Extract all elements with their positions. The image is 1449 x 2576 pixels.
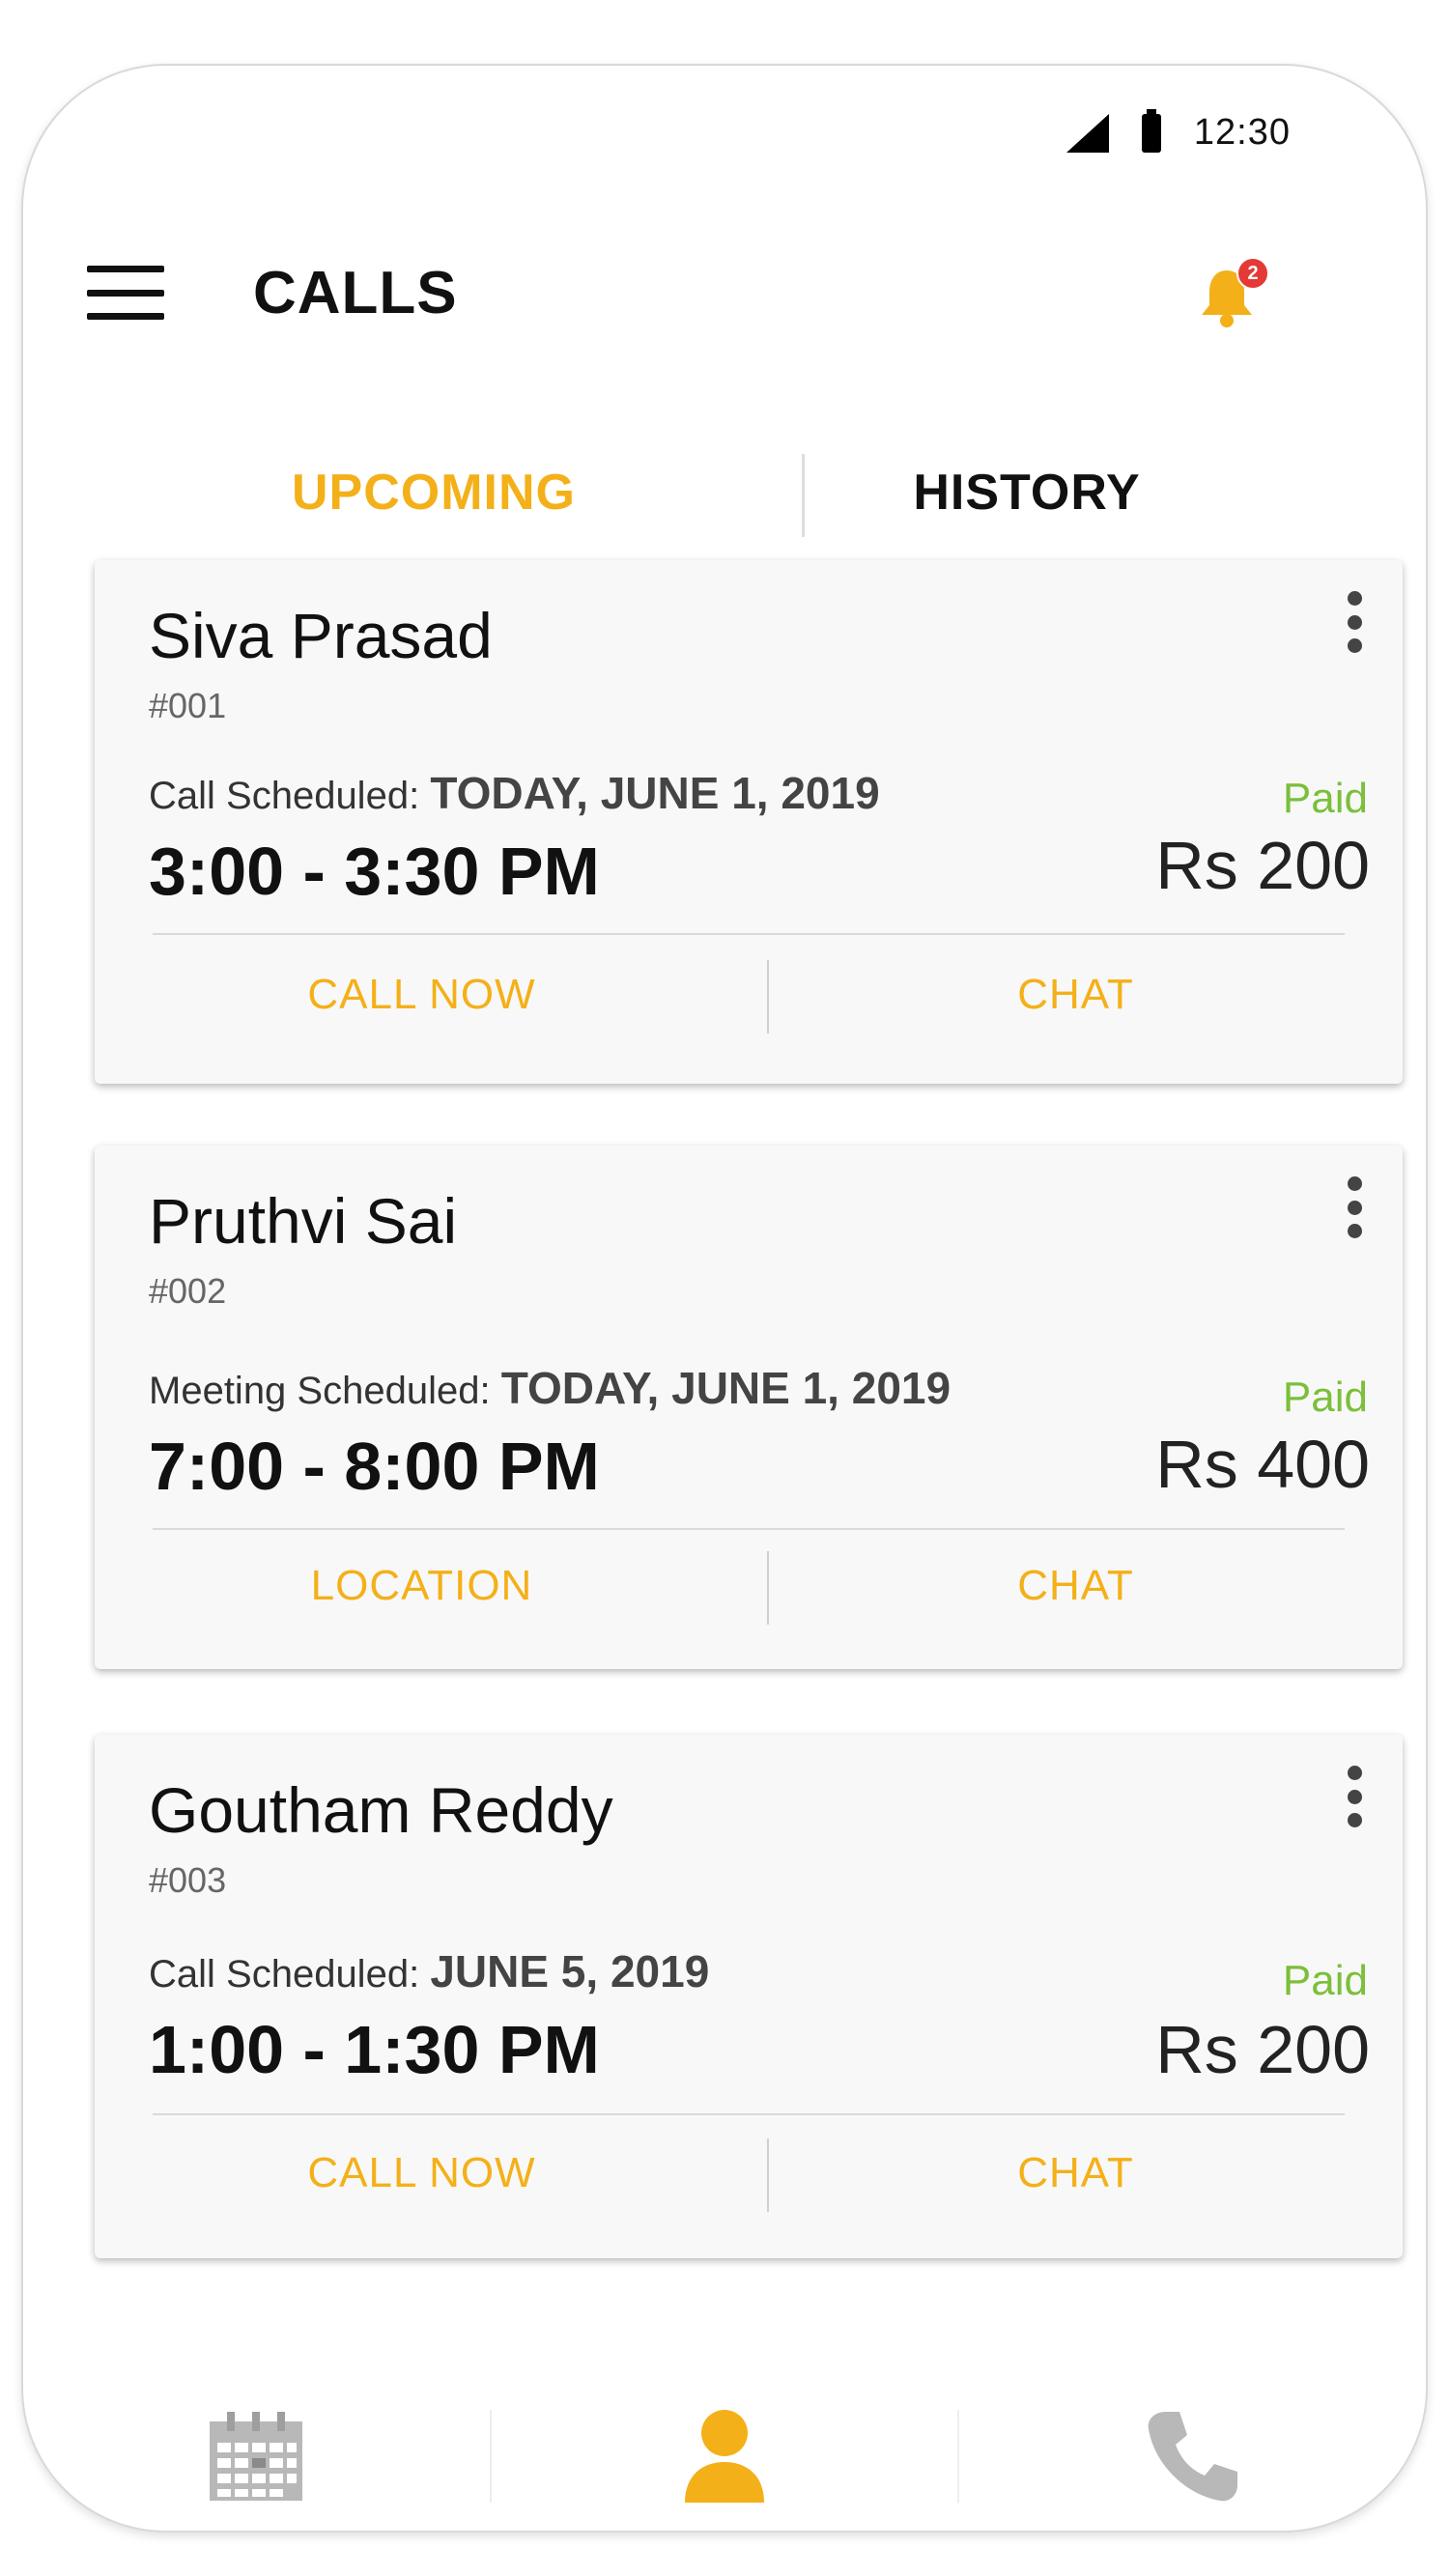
client-id: #002 (149, 1271, 227, 1311)
action-divider (767, 2138, 769, 2212)
page-title: CALLS (253, 259, 458, 326)
card-actions: LOCATION CHAT (95, 1538, 1403, 1634)
notification-badge: 2 (1236, 257, 1269, 290)
hamburger-menu-icon[interactable] (87, 266, 164, 320)
time-range: 3:00 - 3:30 PM (149, 834, 600, 909)
nav-calls-button[interactable] (959, 2408, 1426, 2505)
nav-profile-button[interactable] (492, 2408, 958, 2505)
schedule-date: JUNE 5, 2019 (430, 1946, 710, 1996)
schedule-date: TODAY, JUNE 1, 2019 (430, 768, 880, 818)
chat-button[interactable]: CHAT (749, 947, 1403, 1043)
client-name: Goutham Reddy (149, 1774, 613, 1846)
signal-icon (1065, 113, 1109, 153)
payment-status: Paid (1282, 775, 1368, 822)
schedule-label: Call Scheduled: (149, 1953, 420, 1996)
schedule-line: Meeting Scheduled: TODAY, JUNE 1, 2019 (149, 1362, 951, 1414)
status-bar: 12:30 (1065, 108, 1291, 154)
battery-icon (1141, 108, 1161, 153)
more-options-icon[interactable] (1345, 591, 1364, 653)
person-icon (685, 2410, 764, 2503)
status-time: 12:30 (1193, 112, 1291, 153)
card-actions: CALL NOW CHAT (95, 2125, 1403, 2222)
amount: Rs 400 (1155, 1427, 1370, 1502)
tab-history[interactable]: HISTORY (730, 440, 1323, 564)
action-divider (767, 960, 769, 1033)
schedule-line: Call Scheduled: TODAY, JUNE 1, 2019 (149, 767, 880, 819)
bottom-navigation (23, 2384, 1426, 2529)
app-header: CALLS 2 (87, 240, 1362, 346)
amount: Rs 200 (1155, 828, 1370, 903)
payment-status: Paid (1282, 1373, 1368, 1421)
notification-bell-button[interactable]: 2 (1198, 257, 1269, 328)
schedule-date: TODAY, JUNE 1, 2019 (500, 1363, 952, 1413)
appointment-card: Pruthvi Sai #002 Meeting Scheduled: TODA… (95, 1146, 1403, 1669)
location-button[interactable]: LOCATION (95, 1538, 749, 1634)
amount: Rs 200 (1155, 2012, 1370, 2087)
appointment-card: Siva Prasad #001 Call Scheduled: TODAY, … (95, 560, 1403, 1084)
schedule-label: Call Scheduled: (149, 775, 420, 817)
nav-calendar-button[interactable] (23, 2410, 490, 2503)
tab-divider (802, 454, 805, 537)
time-range: 1:00 - 1:30 PM (149, 2012, 600, 2087)
schedule-line: Call Scheduled: JUNE 5, 2019 (149, 1945, 709, 1997)
client-name: Pruthvi Sai (149, 1185, 458, 1257)
more-options-icon[interactable] (1345, 1766, 1364, 1827)
client-name: Siva Prasad (149, 600, 493, 671)
call-now-button[interactable]: CALL NOW (95, 947, 749, 1043)
client-id: #001 (149, 686, 227, 725)
card-divider (153, 933, 1345, 935)
card-actions: CALL NOW CHAT (95, 947, 1403, 1043)
more-options-icon[interactable] (1345, 1176, 1364, 1238)
card-divider (153, 1528, 1345, 1530)
schedule-label: Meeting Scheduled: (149, 1370, 491, 1412)
payment-status: Paid (1282, 1957, 1368, 2004)
appointment-card: Goutham Reddy #003 Call Scheduled: JUNE … (95, 1735, 1403, 2258)
action-divider (767, 1551, 769, 1625)
calendar-icon (210, 2412, 303, 2501)
chat-button[interactable]: CHAT (749, 2125, 1403, 2222)
tab-bar: UPCOMING HISTORY (137, 440, 1323, 566)
time-range: 7:00 - 8:00 PM (149, 1429, 600, 1504)
card-divider (153, 2113, 1345, 2115)
phone-frame: 12:30 CALLS 2 UPCOMING HISTORY Siva Pras… (21, 64, 1428, 2533)
client-id: #003 (149, 1860, 227, 1900)
chat-button[interactable]: CHAT (749, 1538, 1403, 1634)
call-now-button[interactable]: CALL NOW (95, 2125, 749, 2222)
phone-icon (1148, 2412, 1237, 2502)
tab-upcoming[interactable]: UPCOMING (137, 440, 730, 564)
